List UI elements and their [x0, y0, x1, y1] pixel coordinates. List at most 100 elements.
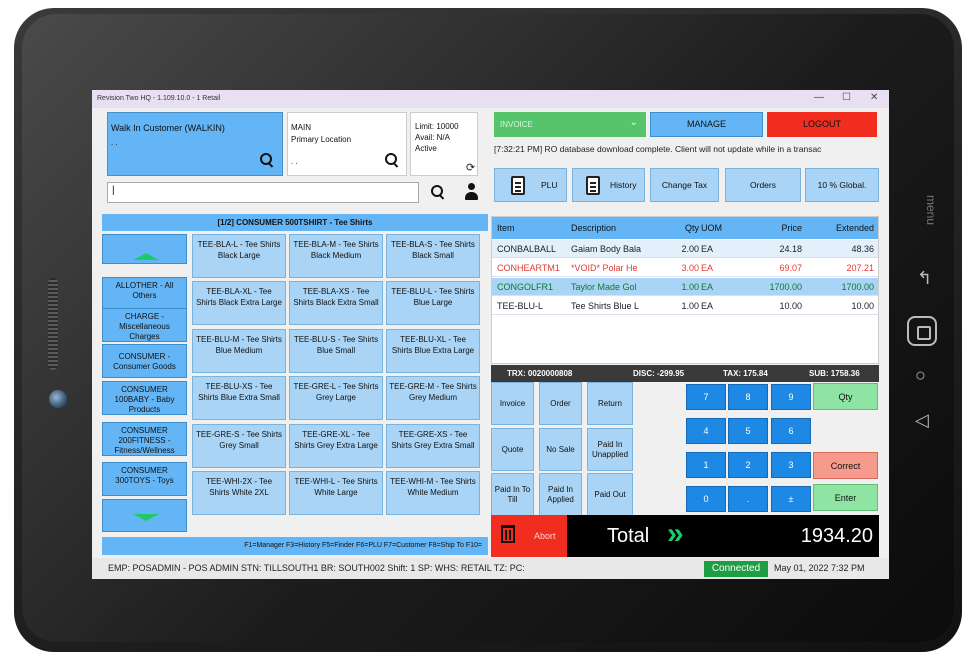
table-row[interactable]: CONGOLFR1 Taylor Made Gol 1.00 EA 1700.00 170…	[492, 278, 878, 296]
table-cell: 1.00	[681, 282, 699, 292]
item-tile[interactable]: TEE-WHI-L - Tee Shirts White Large	[289, 471, 383, 515]
item-tile[interactable]: TEE-WHI-M - Tee Shirts White Medium	[386, 471, 480, 515]
transaction-type-select[interactable]: INVOICE ⌄	[494, 112, 646, 137]
item-tile[interactable]: TEE-BLU-S - Tee Shirts Blue Small	[289, 329, 383, 373]
column-header[interactable]: Description	[571, 223, 647, 233]
column-header[interactable]: Extended	[804, 223, 874, 233]
device-nav-back-icon[interactable]: ◁	[915, 410, 929, 431]
category-down-button[interactable]	[102, 499, 187, 532]
paid-in-to-till-button[interactable]: Paid In To Till	[491, 473, 534, 516]
item-tile[interactable]: TEE-BLA-XL - Tee Shirts Black Extra Larg…	[192, 281, 286, 325]
table-cell: 24.18	[779, 244, 802, 254]
item-tile[interactable]: TEE-GRE-XS - Tee Shirts Grey Extra Small	[386, 424, 480, 468]
item-tile[interactable]: TEE-GRE-L - Tee Shirts Grey Large	[289, 376, 383, 420]
credit-limit: Limit: 10000	[415, 122, 459, 131]
scan-input[interactable]: |	[107, 182, 419, 203]
category-consumer[interactable]: CONSUMER - Consumer Goods	[102, 344, 187, 378]
keypad-key[interactable]: 4	[686, 418, 726, 444]
history-label: History	[610, 180, 637, 190]
quote-button[interactable]: Quote	[491, 428, 534, 471]
order-button[interactable]: Order	[539, 382, 582, 425]
discount-total: DISC: -299.95	[633, 369, 685, 378]
keypad-key[interactable]: 5	[728, 418, 768, 444]
title-bar: Revision Two HQ - 1.109.10.0 - 1 Retail …	[92, 90, 889, 108]
pos-window: Revision Two HQ - 1.109.10.0 - 1 Retail …	[92, 90, 889, 579]
arrow-down-icon	[133, 514, 159, 521]
item-tile[interactable]: TEE-BLA-S - Tee Shirts Black Small	[386, 234, 480, 278]
category-up-button[interactable]	[102, 234, 187, 264]
device-assist-icon[interactable]: ○	[915, 365, 926, 386]
refresh-icon[interactable]: ⟳	[466, 161, 475, 174]
manage-button[interactable]: MANAGE	[650, 112, 763, 137]
customer-search-icon[interactable]	[260, 153, 274, 167]
item-tile[interactable]: TEE-BLU-L - Tee Shirts Blue Large	[386, 281, 480, 325]
location-search-icon[interactable]	[385, 153, 399, 167]
category-baby[interactable]: CONSUMER 100BABY - Baby Products	[102, 381, 187, 415]
item-tile[interactable]: TEE-GRE-M - Tee Shirts Grey Medium	[386, 376, 480, 420]
customer-panel[interactable]: Walk In Customer (WALKIN) . .	[107, 112, 283, 176]
column-header[interactable]: Item	[497, 223, 569, 233]
change-tax-button[interactable]: Change Tax	[650, 168, 719, 202]
item-tile[interactable]: TEE-WHI-2X - Tee Shirts White 2XL	[192, 471, 286, 515]
keypad-key[interactable]: 6	[771, 418, 811, 444]
trx-number: TRX: 0020000808	[507, 369, 573, 378]
item-search-icon[interactable]	[431, 185, 445, 199]
keypad-key[interactable]: 2	[728, 452, 768, 478]
correct-button[interactable]: Correct	[813, 452, 878, 479]
item-tile[interactable]: TEE-BLA-M - Tee Shirts Black Medium	[289, 234, 383, 278]
table-cell: *VOID* Polar He	[571, 263, 638, 273]
person-icon[interactable]	[465, 183, 479, 201]
device-back-icon[interactable]: ↰	[917, 268, 932, 289]
item-tile[interactable]: TEE-BLU-M - Tee Shirts Blue Medium	[192, 329, 286, 373]
abort-label: Abort	[534, 531, 556, 541]
category-charge[interactable]: CHARGE - Miscellaneous Charges	[102, 308, 187, 342]
keypad-key[interactable]: 1	[686, 452, 726, 478]
table-row[interactable]: TEE-BLU-L Tee Shirts Blue L 1.00 EA 10.00 10.…	[492, 297, 878, 315]
maximize-button[interactable]: ☐	[842, 92, 851, 103]
qty-button[interactable]: Qty	[813, 383, 878, 410]
global-discount-button[interactable]: 10 % Global.	[805, 168, 879, 202]
invoice-button[interactable]: Invoice	[491, 382, 534, 425]
item-tile[interactable]: TEE-GRE-XL - Tee Shirts Grey Extra Large	[289, 424, 383, 468]
paid-in-applied-button[interactable]: Paid In Applied	[539, 473, 582, 516]
location-panel[interactable]: MAIN Primary Location . .	[287, 112, 407, 176]
transaction-summary: TRX: 0020000808 DISC: -299.95 TAX: 175.8…	[491, 365, 879, 382]
table-row[interactable]: CONBALBALL Gaiam Body Bala 2.00 EA 24.18 48.3…	[492, 240, 878, 258]
keypad-key[interactable]: 8	[728, 384, 768, 410]
item-tile[interactable]: TEE-BLU-XS - Tee Shirts Blue Extra Small	[192, 376, 286, 420]
paid-out-button[interactable]: Paid Out	[587, 473, 633, 516]
abort-button[interactable]: Abort	[491, 515, 567, 557]
keypad-key[interactable]: 3	[771, 452, 811, 478]
keypad-key[interactable]: ±	[771, 486, 811, 512]
table-row[interactable]: CONHEARTM1 *VOID* Polar He 3.00 EA 69.07 207.…	[492, 259, 878, 277]
orders-button[interactable]: Orders	[725, 168, 801, 202]
no-sale-button[interactable]: No Sale	[539, 428, 582, 471]
keypad-key[interactable]: 7	[686, 384, 726, 410]
account-status: Active	[415, 144, 437, 153]
category-toys[interactable]: CONSUMER 300TOYS - Toys	[102, 462, 187, 496]
column-header[interactable]: UOM	[701, 223, 739, 233]
paid-in-unapplied-button[interactable]: Paid In Unapplied	[587, 428, 633, 471]
keypad-key[interactable]: 0	[686, 486, 726, 512]
close-button[interactable]: ✕	[870, 92, 878, 103]
keypad-key[interactable]: 9	[771, 384, 811, 410]
item-tile[interactable]: TEE-GRE-S - Tee Shirts Grey Small	[192, 424, 286, 468]
item-tile[interactable]: TEE-BLU-XL - Tee Shirts Blue Extra Large	[386, 329, 480, 373]
category-fitness[interactable]: CONSUMER 200FITNESS - Fitness/Wellness	[102, 422, 187, 456]
total-display: Total » 1934.20	[567, 515, 879, 557]
item-tile[interactable]: TEE-BLA-XS - Tee Shirts Black Extra Smal…	[289, 281, 383, 325]
line-items-table: Item Description Qty UOM Price Extended CONBA…	[491, 216, 879, 364]
column-header[interactable]: Price	[742, 223, 802, 233]
device-recent-apps-icon[interactable]	[907, 316, 937, 346]
column-header[interactable]: Qty	[652, 223, 699, 233]
minimize-button[interactable]: —	[814, 92, 824, 103]
history-button[interactable]: History	[572, 168, 645, 202]
table-cell: CONHEARTM1	[497, 263, 560, 273]
enter-button[interactable]: Enter	[813, 484, 878, 511]
tax-total: TAX: 175.84	[723, 369, 768, 378]
item-tile[interactable]: TEE-BLA-L - Tee Shirts Black Large	[192, 234, 286, 278]
return-button[interactable]: Return	[587, 382, 633, 425]
plu-button[interactable]: PLU	[494, 168, 567, 202]
keypad-key[interactable]: .	[728, 486, 768, 512]
logout-button[interactable]: LOGOUT	[767, 112, 877, 137]
